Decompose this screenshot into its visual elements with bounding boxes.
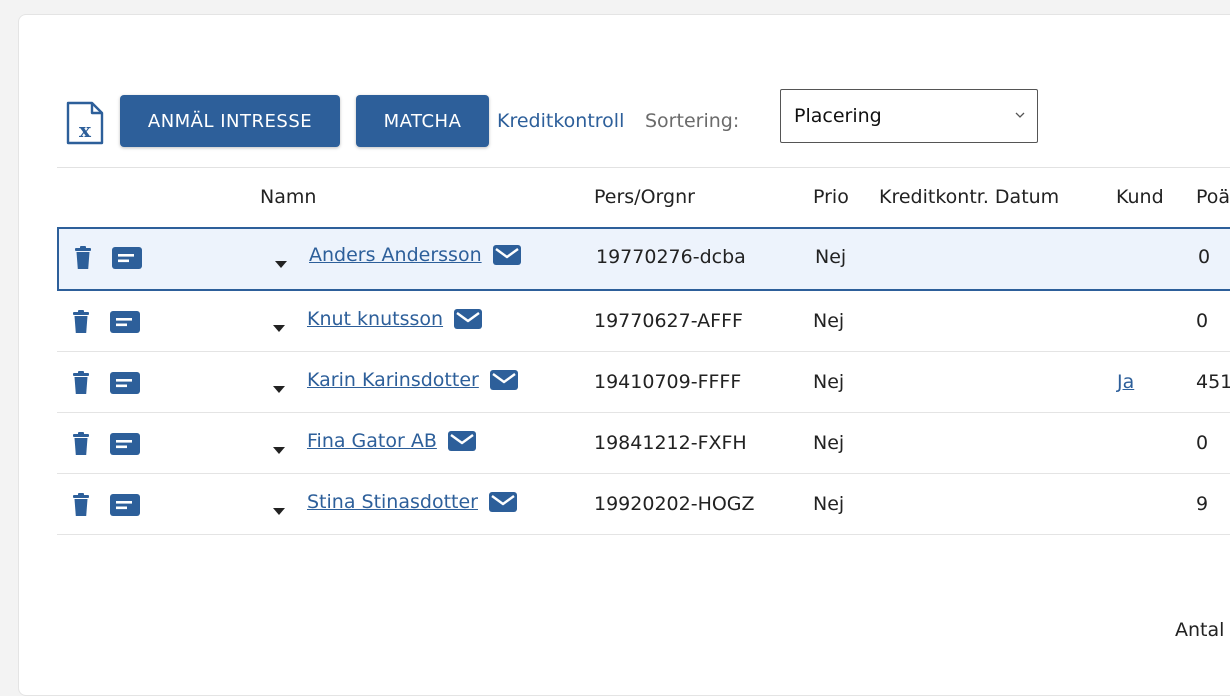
- excel-export-icon[interactable]: x: [65, 101, 105, 145]
- poang-cell: 0: [1196, 432, 1209, 454]
- name-text: Karin Karinsdotter: [307, 369, 479, 391]
- svg-text:x: x: [79, 118, 92, 142]
- mail-icon[interactable]: [482, 244, 522, 266]
- caret-down-icon[interactable]: [272, 318, 286, 332]
- orgnr-cell: 19841212-FXFH: [594, 432, 747, 454]
- poang-cell: 451: [1196, 371, 1230, 393]
- kund-link[interactable]: Ja: [1117, 371, 1134, 393]
- document-icon[interactable]: [111, 246, 143, 270]
- document-icon[interactable]: [109, 432, 141, 456]
- kreditkontroll-link[interactable]: Kreditkontroll: [497, 110, 624, 132]
- caret-down-icon[interactable]: [272, 379, 286, 393]
- prio-cell: Nej: [815, 246, 847, 268]
- poang-cell: 0: [1198, 246, 1211, 268]
- mail-icon[interactable]: [443, 308, 483, 330]
- header-namn[interactable]: Namn: [260, 186, 316, 208]
- chevron-down-icon: [1015, 112, 1025, 118]
- name-text: Knut knutsson: [307, 308, 444, 330]
- name-link[interactable]: Fina Gator AB: [307, 430, 477, 452]
- trash-icon[interactable]: [72, 432, 90, 456]
- name-link[interactable]: Knut knutsson: [307, 308, 483, 330]
- trash-icon[interactable]: [72, 310, 90, 334]
- sort-select-value: Placering: [794, 105, 882, 127]
- name-text: Anders Andersson: [309, 244, 482, 266]
- anmal-intresse-label: ANMÄL INTRESSE: [147, 110, 313, 132]
- table-row[interactable]: Knut knutsson 19770627-AFFF Nej 0: [57, 291, 1230, 352]
- trash-icon[interactable]: [72, 493, 90, 517]
- matcha-button[interactable]: MATCHA: [356, 95, 489, 147]
- prio-cell: Nej: [813, 371, 845, 393]
- anmal-intresse-button[interactable]: ANMÄL INTRESSE: [120, 95, 340, 147]
- name-text: Fina Gator AB: [307, 430, 437, 452]
- poang-cell: 9: [1196, 493, 1209, 515]
- orgnr-cell: 19770627-AFFF: [594, 310, 743, 332]
- sortering-label: Sortering:: [645, 110, 740, 132]
- name-link[interactable]: Stina Stinasdotter: [307, 491, 518, 513]
- orgnr-cell: 19770276-dcba: [596, 246, 746, 268]
- antal-label: Antal: [1175, 619, 1225, 641]
- sort-select[interactable]: Placering: [780, 89, 1038, 143]
- document-icon[interactable]: [109, 310, 141, 334]
- prio-cell: Nej: [813, 310, 845, 332]
- mail-icon[interactable]: [478, 491, 518, 513]
- poang-cell: 0: [1196, 310, 1209, 332]
- toolbar-divider: [57, 167, 1230, 168]
- header-poang[interactable]: Poä: [1196, 186, 1230, 208]
- caret-down-icon[interactable]: [274, 254, 288, 268]
- trash-icon[interactable]: [72, 371, 90, 395]
- caret-down-icon[interactable]: [272, 501, 286, 515]
- mail-icon[interactable]: [479, 369, 519, 391]
- header-prio[interactable]: Prio: [813, 186, 849, 208]
- prio-cell: Nej: [813, 493, 845, 515]
- document-icon[interactable]: [109, 371, 141, 395]
- mail-icon[interactable]: [437, 430, 477, 452]
- matcha-label: MATCHA: [383, 110, 462, 132]
- table-row[interactable]: Karin Karinsdotter 19410709-FFFF Nej Ja 451: [57, 352, 1230, 413]
- prio-cell: Nej: [813, 432, 845, 454]
- table-row[interactable]: Stina Stinasdotter 19920202-HOGZ Nej 9: [57, 474, 1230, 535]
- document-icon[interactable]: [109, 493, 141, 517]
- header-kreditkontr-datum[interactable]: Kreditkontr. Datum: [879, 186, 1059, 208]
- table-row[interactable]: Fina Gator AB 19841212-FXFH Nej 0: [57, 413, 1230, 474]
- orgnr-cell: 19410709-FFFF: [594, 371, 742, 393]
- caret-down-icon[interactable]: [272, 440, 286, 454]
- orgnr-cell: 19920202-HOGZ: [594, 493, 755, 515]
- name-text: Stina Stinasdotter: [307, 491, 478, 513]
- header-kund[interactable]: Kund: [1116, 186, 1164, 208]
- table-row[interactable]: Anders Andersson 19770276-dcba Nej 0: [57, 227, 1230, 291]
- trash-icon[interactable]: [74, 246, 92, 270]
- header-orgnr[interactable]: Pers/Orgnr: [594, 186, 695, 208]
- name-link[interactable]: Anders Andersson: [309, 244, 522, 266]
- name-link[interactable]: Karin Karinsdotter: [307, 369, 519, 391]
